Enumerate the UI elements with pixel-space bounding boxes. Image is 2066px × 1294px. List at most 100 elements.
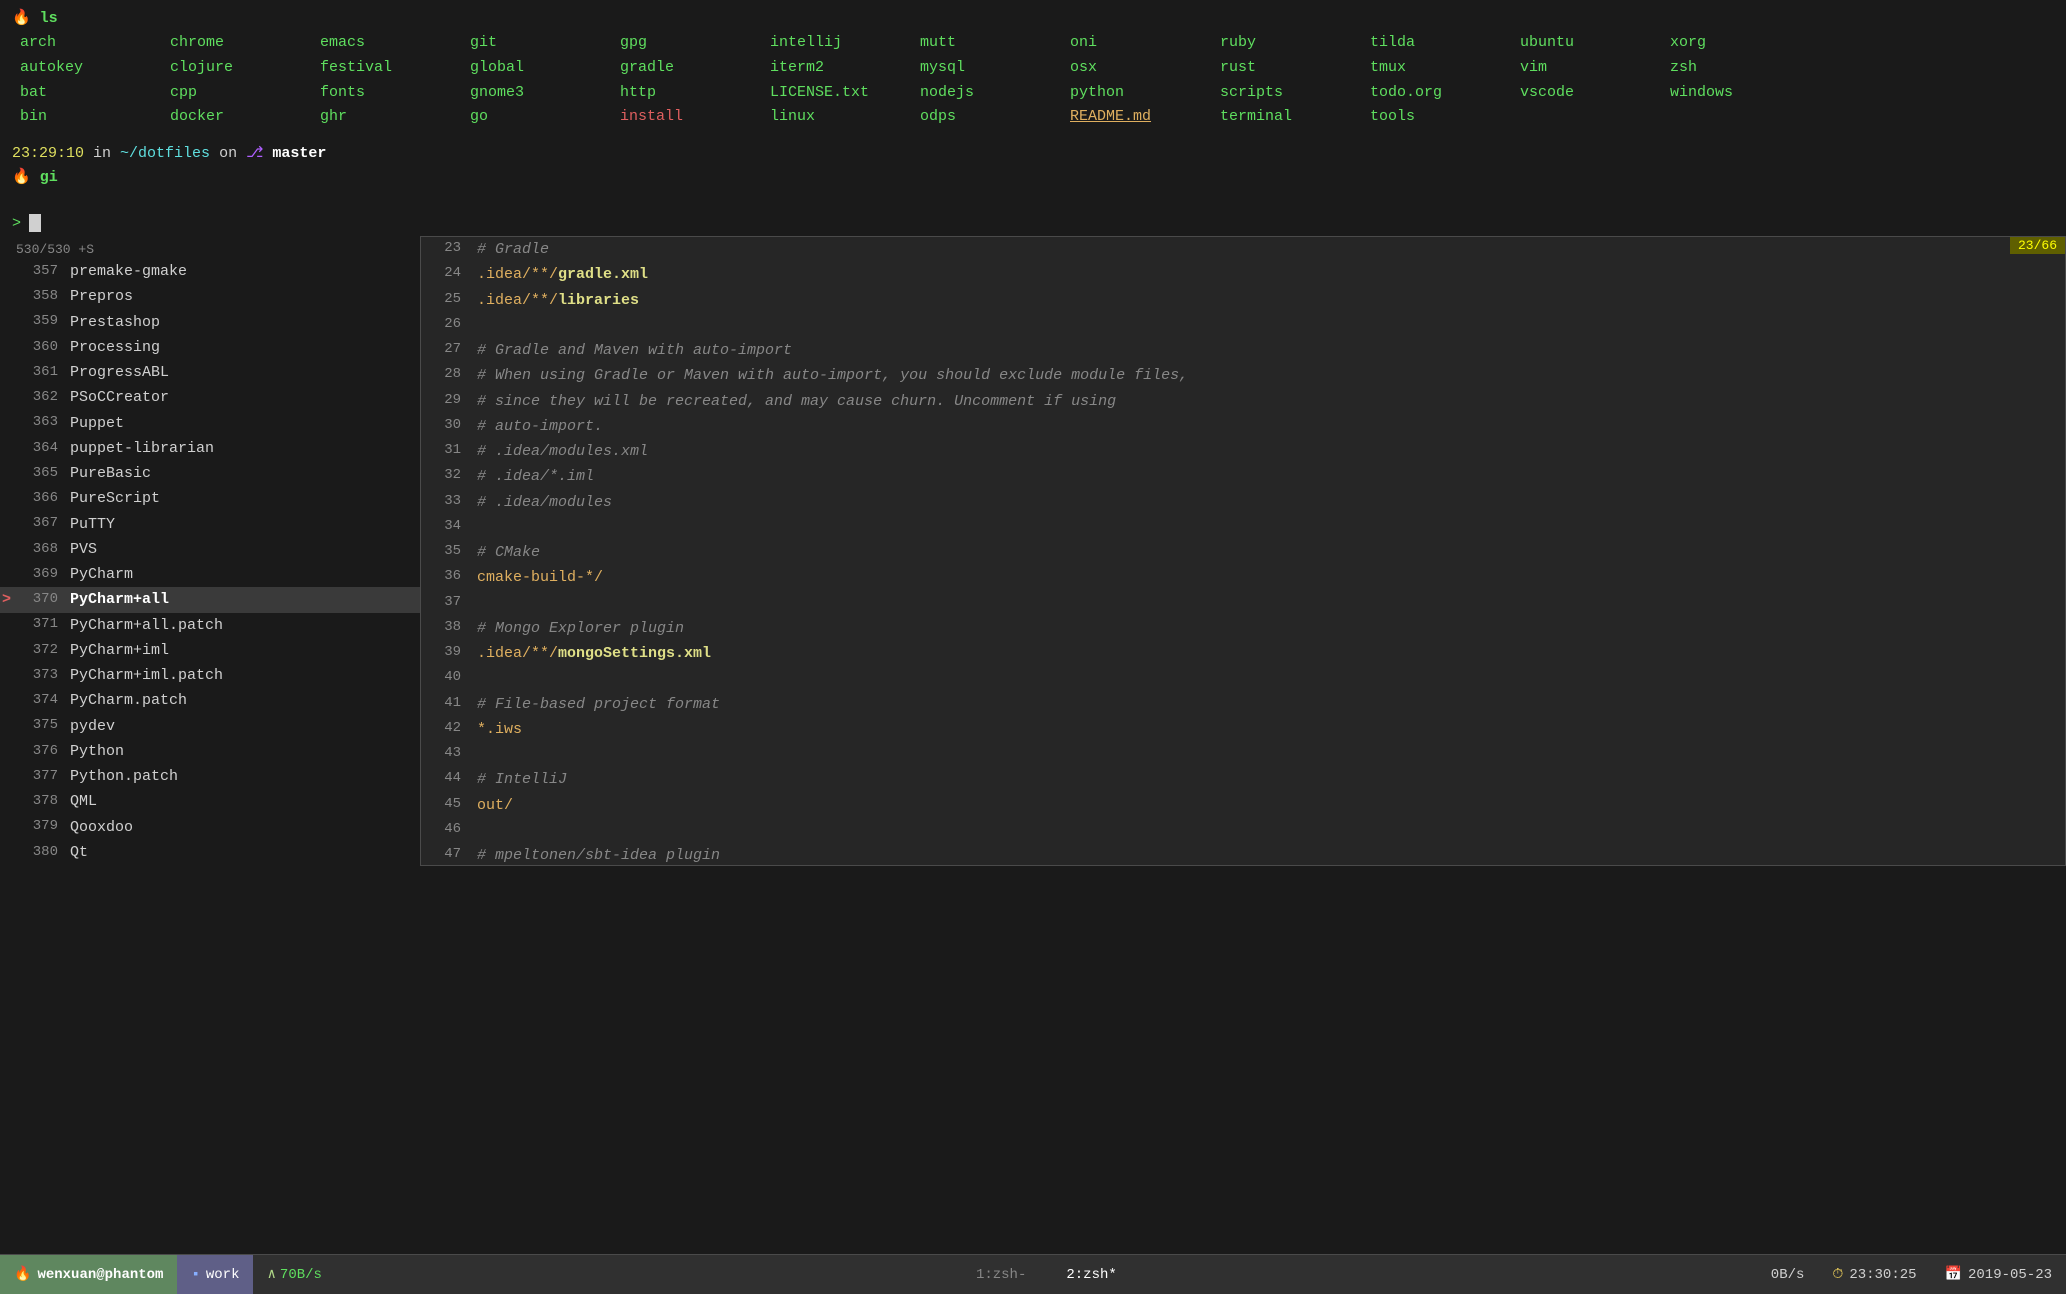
file-docker: docker xyxy=(166,105,316,130)
code-line-44: 44 # IntelliJ xyxy=(421,767,2065,792)
tab-2-zsh[interactable]: 2:zsh* xyxy=(1066,1267,1116,1283)
list-item[interactable]: 361 ProgressABL xyxy=(0,360,420,385)
list-item[interactable]: 365 PureBasic xyxy=(0,461,420,486)
list-item[interactable]: 358 Prepros xyxy=(0,284,420,309)
file-chrome: chrome xyxy=(166,31,316,56)
list-item[interactable]: 359 Prestashop xyxy=(0,310,420,335)
file-ghr: ghr xyxy=(316,105,466,130)
file-gradle: gradle xyxy=(616,56,766,81)
code-line-47: 47 # mpeltonen/sbt-idea plugin xyxy=(421,843,2065,866)
download-segment: 0B/s xyxy=(1757,1255,1819,1294)
code-line-32: 32 # .idea/*.iml xyxy=(421,464,2065,489)
windows-icon: ▪ xyxy=(191,1267,199,1283)
file-autokey: autokey xyxy=(16,56,166,81)
file-list-status: 530/530 +S xyxy=(0,240,420,259)
file-tilda: tilda xyxy=(1366,31,1516,56)
list-item[interactable]: 376 Python xyxy=(0,739,420,764)
list-item[interactable]: 380 Qt xyxy=(0,840,420,865)
code-line-36: 36 cmake-build-*/ xyxy=(421,565,2065,590)
file-empty2 xyxy=(1816,56,1966,81)
current-date: 2019-05-23 xyxy=(1968,1267,2052,1283)
file-mutt: mutt xyxy=(916,31,1066,56)
tab-list: 1:zsh- 2:zsh* xyxy=(336,1267,1757,1283)
ls-command: 🔥 ls xyxy=(12,8,2054,27)
file-tmux: tmux xyxy=(1366,56,1516,81)
code-line-25: 25 .idea/**/libraries xyxy=(421,288,2065,313)
file-readme: README.md xyxy=(1066,105,1216,130)
file-clojure: clojure xyxy=(166,56,316,81)
list-item[interactable]: 357 premake-gmake xyxy=(0,259,420,284)
flame-status-icon: 🔥 xyxy=(14,1266,31,1283)
file-terminal: terminal xyxy=(1216,105,1366,130)
scroll-position: 23/66 xyxy=(2018,238,2057,253)
list-item[interactable]: 363 Puppet xyxy=(0,411,420,436)
file-nodejs: nodejs xyxy=(916,81,1066,106)
list-item[interactable]: 379 Qooxdoo xyxy=(0,815,420,840)
calendar-icon: 📅 xyxy=(1945,1266,1962,1283)
prompt-time: 23:29:10 xyxy=(12,145,84,162)
code-line-28: 28 # When using Gradle or Maven with aut… xyxy=(421,363,2065,388)
current-time: 23:30:25 xyxy=(1849,1267,1916,1283)
status-bar: 🔥 wenxuan@phantom ▪ work ∧ 70B/s 1:zsh- … xyxy=(0,1254,2066,1294)
list-item[interactable]: 375 pydev xyxy=(0,714,420,739)
list-item[interactable]: 362 PSoCCreator xyxy=(0,385,420,410)
code-line-30: 30 # auto-import. xyxy=(421,414,2065,439)
branch-name: master xyxy=(272,145,326,162)
file-vim: vim xyxy=(1516,56,1666,81)
code-line-37: 37 xyxy=(421,591,2065,616)
tab-1-zsh[interactable]: 1:zsh- xyxy=(976,1267,1026,1283)
date-segment: 📅 2019-05-23 xyxy=(1931,1255,2066,1294)
file-vscode: vscode xyxy=(1516,81,1666,106)
file-go: go xyxy=(466,105,616,130)
flame-icon: 🔥 xyxy=(12,169,40,186)
code-line-23: 23 # Gradle xyxy=(421,237,2065,262)
code-line-38: 38 # Mongo Explorer plugin xyxy=(421,616,2065,641)
file-empty3 xyxy=(1816,81,1966,106)
list-item[interactable]: 367 PuTTY xyxy=(0,512,420,537)
file-windows: windows xyxy=(1666,81,1816,106)
code-line-42: 42 *.iws xyxy=(421,717,2065,742)
file-linux: linux xyxy=(766,105,916,130)
list-item-selected[interactable]: 370 PyCharm+all xyxy=(0,587,420,612)
file-git: git xyxy=(466,31,616,56)
work-label: work xyxy=(206,1267,240,1283)
file-tools: tools xyxy=(1366,105,1516,130)
code-line-29: 29 # since they will be recreated, and m… xyxy=(421,389,2065,414)
file-todoorg: todo.org xyxy=(1366,81,1516,106)
list-item[interactable]: 373 PyCharm+iml.patch xyxy=(0,663,420,688)
list-item[interactable]: 369 PyCharm xyxy=(0,562,420,587)
file-gpg: gpg xyxy=(616,31,766,56)
code-line-35: 35 # CMake xyxy=(421,540,2065,565)
list-item[interactable]: 368 PVS xyxy=(0,537,420,562)
terminal-output: 🔥 ls arch chrome emacs git gpg intellij … xyxy=(0,0,2066,210)
command-input-line[interactable]: > xyxy=(0,210,2066,236)
list-item[interactable]: 378 QML xyxy=(0,789,420,814)
scroll-indicator: 23/66 xyxy=(2010,237,2065,254)
code-line-33: 33 # .idea/modules xyxy=(421,490,2065,515)
list-item[interactable]: 372 PyCharm+iml xyxy=(0,638,420,663)
input-prompt-symbol: > xyxy=(12,215,21,232)
list-item[interactable]: 377 Python.patch xyxy=(0,764,420,789)
file-iterm2: iterm2 xyxy=(766,56,916,81)
file-emacs: emacs xyxy=(316,31,466,56)
code-line-45: 45 out/ xyxy=(421,793,2065,818)
file-license: LICENSE.txt xyxy=(766,81,916,106)
list-item[interactable]: 366 PureScript xyxy=(0,486,420,511)
main-split-area: 530/530 +S 357 premake-gmake 358 Prepros… xyxy=(0,236,2066,866)
list-item[interactable]: 364 puppet-librarian xyxy=(0,436,420,461)
list-item[interactable]: 374 PyCharm.patch xyxy=(0,688,420,713)
code-line-26: 26 xyxy=(421,313,2065,338)
file-mysql: mysql xyxy=(916,56,1066,81)
file-fonts: fonts xyxy=(316,81,466,106)
download-speed: 0B/s xyxy=(1771,1267,1805,1283)
user-host-text: wenxuan@phantom xyxy=(37,1267,163,1283)
file-rust: rust xyxy=(1216,56,1366,81)
code-line-39: 39 .idea/**/mongoSettings.xml xyxy=(421,641,2065,666)
file-odps: odps xyxy=(916,105,1066,130)
file-list-pane: 530/530 +S 357 premake-gmake 358 Prepros… xyxy=(0,236,420,866)
list-item[interactable]: 360 Processing xyxy=(0,335,420,360)
list-item[interactable]: 381 QtCreator xyxy=(0,865,420,866)
file-osx: osx xyxy=(1066,56,1216,81)
list-item[interactable]: 371 PyCharm+all.patch xyxy=(0,613,420,638)
prompt-path: ~/dotfiles xyxy=(120,145,210,162)
